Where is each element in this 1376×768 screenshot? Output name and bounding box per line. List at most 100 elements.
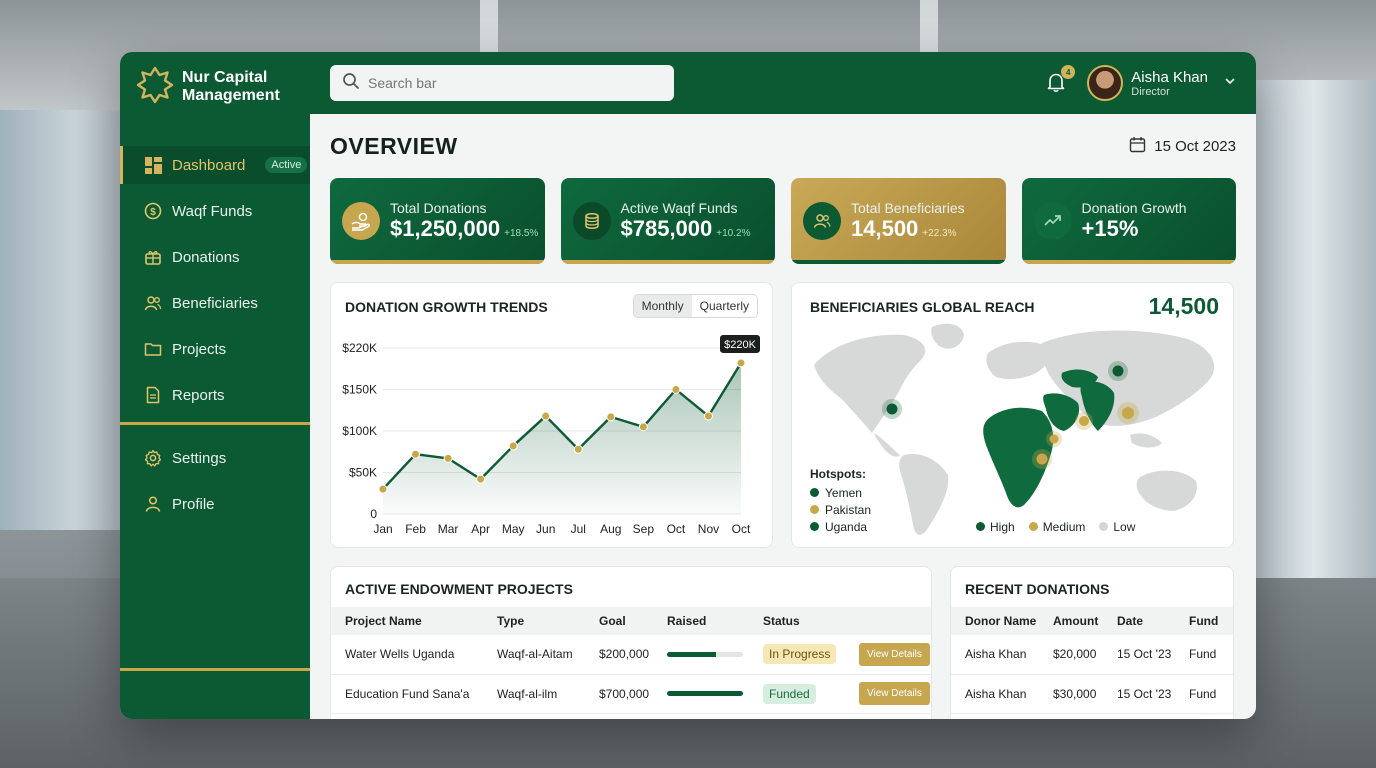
table-row[interactable]: Water Wells Uganda Waqf-al-Aitam $200,00… (331, 635, 931, 675)
legend-item-medium: Medium (1028, 520, 1086, 534)
people-icon (803, 202, 841, 240)
column-header: Raised (653, 607, 749, 635)
topbar: 4 Aisha Khan Director (310, 52, 1256, 114)
brand-name-line2: Management (182, 87, 280, 104)
x-tick-label: Oct (667, 522, 686, 536)
user-info: Aisha Khan Director (1131, 69, 1208, 98)
data-point (476, 474, 486, 484)
dashboard-window: Nur Capital Management Dashboard Active … (120, 52, 1256, 719)
hotspots-list: Yemen Pakistan Uganda (810, 485, 871, 536)
sidebar-item-label: Projects (172, 340, 227, 358)
stat-delta: +18.5% (504, 228, 539, 239)
legend-dot (1028, 522, 1038, 531)
legend-dot (1099, 522, 1109, 531)
projects-panel: ACTIVE ENDOWMENT PROJECTS Project Name T… (330, 566, 932, 719)
sidebar-item-reports[interactable]: Reports (120, 376, 310, 414)
stat-delta: +22.3% (922, 228, 957, 239)
donation-date: 15 Oct '23 (1103, 674, 1175, 714)
view-details-button[interactable]: View Details (859, 642, 930, 666)
y-tick-label: 0 (370, 507, 377, 521)
date-text: 15 Oct 2023 (1154, 137, 1236, 155)
legend-label: Low (1113, 520, 1136, 534)
donation-fund: Fund (1175, 635, 1233, 675)
column-header: Status (749, 607, 845, 635)
legend-dot (976, 522, 985, 531)
sidebar-item-profile[interactable]: Profile (120, 485, 310, 523)
legend-dot (810, 505, 819, 514)
chevron-down-icon[interactable] (1224, 74, 1236, 92)
donor-name: Aisha Khan (951, 635, 1039, 675)
sidebar-item-projects[interactable]: Projects (120, 330, 310, 368)
active-badge: Active (265, 157, 308, 173)
notification-button[interactable]: 4 (1045, 65, 1076, 97)
stat-card-total-beneficiaries[interactable]: Total Beneficiaries 14,500 +22.3% (791, 178, 1006, 264)
project-name: Water Wells Uganda (331, 635, 483, 675)
data-point (606, 412, 616, 422)
project-goal: $700,000 (585, 674, 653, 714)
table-row[interactable]: Education Fund Sana'a Waqf-al-ilm $700,0… (331, 674, 931, 714)
data-point (378, 484, 388, 494)
folder-icon (144, 340, 162, 358)
data-point (638, 422, 648, 432)
x-tick-label: Jun (536, 522, 555, 536)
view-details-button[interactable]: View Details (859, 682, 930, 705)
donations-title: RECENT DONATIONS (965, 581, 1110, 597)
sidebar-item-beneficiaries[interactable]: Beneficiaries (120, 284, 310, 322)
sidebar-item-donations[interactable]: Donations (120, 238, 310, 276)
data-point (671, 385, 681, 394)
table-header-row: Project Name Type Goal Raised Status (331, 607, 931, 635)
user-menu[interactable]: Aisha Khan Director (1087, 65, 1236, 101)
projects-title: ACTIVE ENDOWMENT PROJECTS (345, 581, 573, 597)
tables-row: ACTIVE ENDOWMENT PROJECTS Project Name T… (330, 566, 1236, 719)
legend-label: Medium (1042, 520, 1086, 534)
sidebar-item-settings[interactable]: Settings (120, 439, 310, 477)
x-tick-label: Sep (633, 522, 655, 536)
stat-card-donation-growth[interactable]: Donation Growth +15% (1021, 178, 1236, 264)
search-icon (342, 72, 360, 95)
x-tick-label: May (502, 522, 525, 536)
hotspot-item[interactable]: Uganda (810, 519, 871, 536)
stat-card-active-waqf-funds[interactable]: Active Waqf Funds $785,000 +10.2% (560, 178, 775, 264)
date-display[interactable]: 15 Oct 2023 (1129, 136, 1236, 157)
x-tick-label: Mar (438, 522, 459, 536)
sidebar-divider (120, 422, 310, 425)
sidebar-item-label: Settings (172, 449, 227, 467)
avatar (1087, 65, 1124, 101)
y-tick-label: $50K (349, 466, 377, 480)
search-input[interactable] (368, 75, 648, 91)
donation-amount: $30,000 (1039, 674, 1103, 714)
tooltip-label: $220K (724, 339, 756, 351)
window-right (1251, 80, 1376, 580)
table-header-row: Donor Name Amount Date Fund (951, 607, 1233, 635)
notification-count-badge: 4 (1061, 65, 1076, 79)
sidebar-item-dashboard[interactable]: Dashboard Active (120, 146, 310, 184)
legend-dot (810, 522, 819, 531)
column-header: Project Name (331, 607, 483, 635)
trend-chart: 0 $50K $100K $150K $220K Jan Feb Mar Apr May Jun Ju… (342, 334, 760, 536)
hotspot-item[interactable]: Pakistan (810, 502, 871, 519)
stat-value-row: +15% (1082, 216, 1187, 242)
sidebar-nav: Dashboard Active $ Waqf Funds Donations (120, 146, 310, 414)
area-fill (383, 362, 741, 514)
status-cell: Funded (749, 674, 845, 714)
trend-up-icon (1033, 202, 1072, 240)
search-box[interactable] (330, 65, 674, 101)
column-header: Amount (1039, 607, 1103, 635)
brand[interactable]: Nur Capital Management (120, 52, 310, 122)
table-row[interactable]: Aisha Khan $30,000 15 Oct '23 Fund (951, 674, 1233, 714)
stat-value: +15% (1081, 216, 1139, 241)
window-left (0, 110, 125, 530)
coin-stack-icon (572, 202, 611, 240)
hotspot-item[interactable]: Yemen (810, 485, 871, 502)
donor-name: Aisha Khan (951, 674, 1039, 714)
sidebar-item-waqf-funds[interactable]: $ Waqf Funds (120, 192, 310, 230)
table-row[interactable]: Aisha Khan $20,000 15 Oct '23 Fund (951, 635, 1233, 675)
bell-icon (1045, 73, 1067, 97)
stat-card-total-donations[interactable]: Total Donations $1,250,000 +18.5% (330, 178, 545, 264)
stat-value-row: $785,000 +10.2% (621, 216, 751, 242)
y-tick-label: $100K (342, 424, 377, 438)
document-icon (144, 386, 162, 404)
stat-value-row: 14,500 +22.3% (851, 216, 965, 242)
legend-dot (810, 488, 819, 497)
brand-name-line1: Nur Capital (182, 69, 268, 86)
